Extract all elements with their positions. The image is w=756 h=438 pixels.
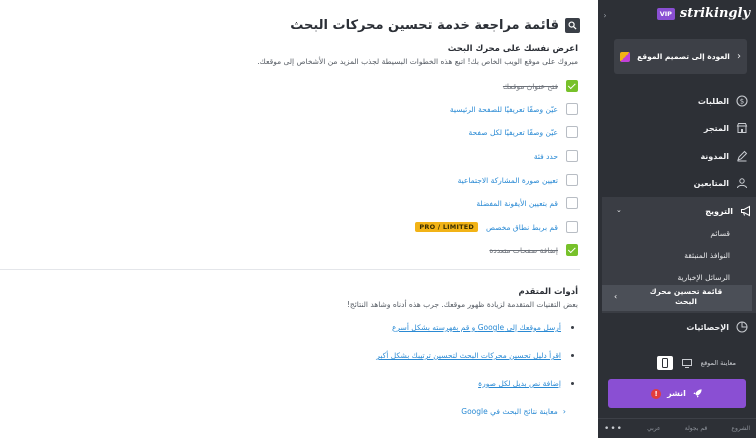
palette-icon bbox=[620, 51, 630, 62]
task-label: فتح عنوان موقعك bbox=[502, 81, 558, 91]
task-link[interactable]: عيّن وصفًا تعريفيًا للصفحة الرئيسية bbox=[450, 105, 558, 114]
advanced-link[interactable]: اقرأ دليل تحسين محركات البحث لتحسين ترتي… bbox=[376, 351, 561, 360]
task-checkbox[interactable] bbox=[566, 174, 578, 186]
task-item[interactable]: حدد فئة bbox=[534, 149, 578, 163]
back-label: العودة إلى تصميم الموقع bbox=[637, 51, 730, 61]
page-title: قائمة مراجعة خدمة تحسين محركات البحث bbox=[290, 18, 559, 33]
task-checkbox[interactable] bbox=[566, 197, 578, 209]
footer-start-link[interactable]: الشروع bbox=[731, 425, 750, 432]
task-link[interactable]: تعيين صورة المشاركة الاجتماعية bbox=[458, 176, 558, 185]
task-checkbox-checked[interactable] bbox=[566, 80, 578, 92]
section-title: اعرض نفسك على محرك البحث bbox=[447, 44, 578, 54]
chevron-left-icon: ‹ bbox=[737, 51, 741, 62]
advanced-link-item[interactable]: إضافة نص بديل لكل صورة bbox=[478, 379, 574, 388]
rocket-icon bbox=[692, 384, 703, 403]
task-checkbox[interactable] bbox=[566, 126, 578, 138]
sidebar-footer: الشروع قم بجولة عربي ••• bbox=[598, 418, 756, 438]
advanced-link-item[interactable]: أرسل موقعك إلى Google و قم بفهرسته بشكل … bbox=[392, 323, 574, 332]
chevron-left-icon: ‹ bbox=[562, 407, 566, 416]
chevron-left-icon: ‹ bbox=[614, 292, 618, 301]
svg-text:$: $ bbox=[739, 98, 743, 106]
search-doc-icon bbox=[565, 18, 580, 33]
bullet bbox=[571, 382, 574, 385]
task-link[interactable]: قم بربط نطاق مخصص bbox=[486, 223, 558, 232]
sidebar-item-label: الطلبات bbox=[697, 96, 729, 106]
google-preview-label[interactable]: معاينة نتائج البحث في Google bbox=[461, 407, 558, 416]
store-icon bbox=[735, 122, 748, 135]
megaphone-icon bbox=[739, 205, 752, 218]
sidebar-item-followers[interactable]: المتابعين bbox=[694, 175, 748, 191]
bullet bbox=[571, 326, 574, 329]
pro-limited-badge: PRO / LIMITED bbox=[415, 222, 478, 232]
sidebar-subitem-newsletters[interactable]: الرسائل الإخبارية bbox=[677, 273, 730, 282]
collapse-sidebar-icon[interactable]: › bbox=[598, 0, 612, 30]
sidebar-item-label: المتابعين bbox=[693, 178, 729, 188]
publish-button[interactable]: انشر ! bbox=[608, 379, 746, 408]
sidebar-item-label: المتجر bbox=[703, 123, 729, 133]
task-item[interactable]: قم بربط نطاق مخصص PRO / LIMITED bbox=[415, 220, 578, 234]
sidebar: › VIP strikingly ‹ العودة إلى تصميم المو… bbox=[598, 0, 756, 438]
advanced-description: بعض التقنيات المتقدمة لزيادة ظهور موقعك.… bbox=[346, 300, 578, 309]
sidebar-subitem-seo-checklist[interactable]: ‹ قائمة تحسين محرك البحث bbox=[602, 285, 752, 311]
sidebar-subitem-coupons[interactable]: قسائم bbox=[710, 229, 730, 238]
sidebar-item-store[interactable]: المتجر bbox=[704, 120, 748, 136]
sidebar-item-label: المدونة bbox=[700, 151, 729, 161]
preview-label: معاينة الموقع bbox=[700, 359, 736, 367]
advanced-link[interactable]: إضافة نص بديل لكل صورة bbox=[478, 379, 561, 388]
task-item[interactable]: قم بتعيين الأيقونة المفضلة bbox=[476, 196, 578, 210]
task-item[interactable]: فتح عنوان موقعك bbox=[503, 79, 578, 93]
task-item[interactable]: إضافة صفحات متعددة bbox=[489, 243, 578, 257]
sidebar-item-blog[interactable]: المدونة bbox=[700, 148, 748, 164]
chevron-down-icon[interactable]: ⌄ bbox=[616, 206, 622, 214]
site-preview-row: معاينة الموقع bbox=[656, 356, 736, 370]
task-checkbox-checked[interactable] bbox=[566, 244, 578, 256]
task-item[interactable]: عيّن وصفًا تعريفيًا لكل صفحة bbox=[469, 125, 578, 139]
footer-language-link[interactable]: عربي bbox=[647, 425, 661, 432]
advanced-link-item[interactable]: اقرأ دليل تحسين محركات البحث لتحسين ترتي… bbox=[376, 351, 574, 360]
chart-icon bbox=[735, 321, 748, 334]
logo: strikingly bbox=[679, 6, 750, 21]
more-icon[interactable]: ••• bbox=[604, 424, 623, 434]
sidebar-subitem-label: قائمة تحسين محرك البحث bbox=[649, 287, 723, 306]
task-checkbox[interactable] bbox=[566, 150, 578, 162]
task-link[interactable]: قم بتعيين الأيقونة المفضلة bbox=[476, 199, 558, 208]
section-divider bbox=[0, 269, 580, 270]
sidebar-item-label: الإحصائيات bbox=[686, 322, 729, 332]
task-checkbox[interactable] bbox=[566, 221, 578, 233]
sidebar-item-orders[interactable]: $ الطلبات bbox=[698, 93, 748, 109]
brand: VIP strikingly bbox=[656, 6, 750, 21]
checklist-panel: قائمة مراجعة خدمة تحسين محركات البحث اعر… bbox=[0, 0, 598, 438]
task-label: إضافة صفحات متعددة bbox=[489, 245, 558, 255]
advanced-title: أدوات المتقدم bbox=[518, 287, 578, 297]
pen-icon bbox=[735, 150, 748, 163]
section-description: مبروك على موقع الويب الخاص بك! اتبع هذه … bbox=[257, 57, 578, 66]
back-to-design-button[interactable]: ‹ العودة إلى تصميم الموقع bbox=[614, 39, 747, 74]
warning-icon: ! bbox=[651, 388, 662, 399]
sidebar-subitem-popups[interactable]: النوافذ المنبثقة bbox=[684, 251, 730, 260]
mobile-icon[interactable] bbox=[656, 356, 673, 370]
publish-label: انشر bbox=[667, 389, 686, 398]
page-header: قائمة مراجعة خدمة تحسين محركات البحث bbox=[290, 18, 580, 33]
task-item[interactable]: عيّن وصفًا تعريفيًا للصفحة الرئيسية bbox=[450, 102, 578, 116]
google-preview-link[interactable]: ‹ معاينة نتائج البحث في Google bbox=[461, 407, 566, 416]
users-icon bbox=[735, 177, 748, 190]
task-link[interactable]: حدد فئة bbox=[534, 152, 558, 161]
advanced-link[interactable]: أرسل موقعك إلى Google و قم بفهرسته بشكل … bbox=[392, 323, 561, 332]
desktop-icon[interactable] bbox=[679, 356, 695, 370]
task-checkbox[interactable] bbox=[566, 103, 578, 115]
task-link[interactable]: عيّن وصفًا تعريفيًا لكل صفحة bbox=[469, 128, 558, 137]
task-item[interactable]: تعيين صورة المشاركة الاجتماعية bbox=[458, 173, 578, 187]
footer-tour-link[interactable]: قم بجولة bbox=[685, 425, 707, 432]
sidebar-item-promotion[interactable]: الترويج bbox=[705, 203, 752, 219]
vip-badge: VIP bbox=[656, 7, 675, 20]
dollar-icon: $ bbox=[735, 95, 748, 108]
sidebar-item-label: الترويج bbox=[705, 206, 733, 216]
sidebar-item-stats[interactable]: الإحصائيات bbox=[686, 319, 748, 335]
bullet bbox=[571, 354, 574, 357]
